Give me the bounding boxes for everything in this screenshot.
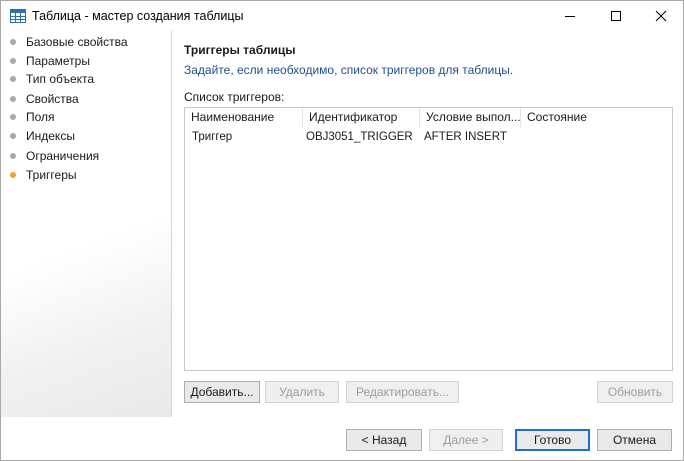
column-header-identifier[interactable]: Идентификатор — [303, 108, 420, 127]
step-label: Параметры — [26, 54, 90, 68]
step-triggers[interactable]: Триггеры — [10, 167, 77, 183]
sidebar-divider — [171, 31, 172, 417]
trigger-list-label: Список триггеров: — [184, 90, 285, 104]
cell-name: Триггер — [192, 131, 233, 143]
triggers-table[interactable]: Наименование Идентификатор Условие выпол… — [184, 107, 673, 371]
next-button[interactable]: Далее > — [429, 429, 503, 451]
column-header-name[interactable]: Наименование — [185, 108, 303, 127]
step-label: Тип объекта — [26, 72, 95, 86]
cell-state — [521, 127, 672, 147]
wizard-steps-sidebar — [1, 31, 171, 417]
step-indexes[interactable]: Индексы — [10, 128, 75, 144]
column-header-state[interactable]: Состояние — [521, 108, 672, 127]
step-dot-icon — [10, 76, 16, 82]
window-title: Таблица - мастер создания таблицы — [32, 9, 244, 23]
edit-trigger-button[interactable]: Редактировать... — [346, 381, 459, 403]
minimize-button[interactable] — [547, 1, 593, 31]
step-dot-icon — [10, 133, 16, 139]
title-bar: Таблица - мастер создания таблицы — [1, 1, 683, 31]
back-button[interactable]: < Назад — [346, 429, 422, 451]
page-title: Триггеры таблицы — [184, 43, 296, 57]
maximize-button[interactable] — [593, 1, 639, 31]
step-label: Базовые свойства — [26, 35, 128, 49]
delete-trigger-button[interactable]: Удалить — [265, 381, 339, 403]
finish-button[interactable]: Готово — [515, 429, 590, 451]
table-header: Наименование Идентификатор Условие выпол… — [185, 108, 672, 127]
step-properties[interactable]: Свойства — [10, 91, 79, 107]
step-constraints[interactable]: Ограничения — [10, 148, 99, 164]
step-label: Ограничения — [26, 149, 100, 163]
step-label: Триггеры — [26, 168, 77, 182]
step-fields[interactable]: Поля — [10, 109, 55, 125]
step-label: Индексы — [26, 129, 75, 143]
column-header-condition[interactable]: Условие выпол... — [420, 108, 521, 127]
step-dot-icon — [10, 153, 16, 159]
add-trigger-button[interactable]: Добавить... — [184, 381, 260, 403]
step-parameters[interactable]: Параметры — [10, 53, 90, 69]
step-dot-icon — [10, 114, 16, 120]
close-icon — [655, 10, 667, 22]
refresh-button[interactable]: Обновить — [597, 381, 673, 403]
step-dot-icon — [10, 96, 16, 102]
cancel-button[interactable]: Отмена — [597, 429, 672, 451]
minimize-icon — [565, 16, 575, 17]
close-button[interactable] — [638, 1, 684, 31]
maximize-icon — [611, 11, 621, 21]
step-object-type[interactable]: Тип объекта — [10, 71, 94, 87]
step-label: Свойства — [26, 92, 79, 106]
step-dot-active-icon — [10, 172, 16, 178]
table-row[interactable]: Триггер OBJ3051_TRIGGER AFTER INSERT — [185, 127, 672, 147]
step-dot-icon — [10, 39, 16, 45]
step-dot-icon — [10, 58, 16, 64]
cell-identifier: OBJ3051_TRIGGER — [306, 131, 413, 143]
wizard-window: Таблица - мастер создания таблицы Базовы… — [0, 0, 684, 461]
cell-condition: AFTER INSERT — [424, 131, 507, 143]
step-basic-properties[interactable]: Базовые свойства — [10, 34, 128, 50]
table-icon — [10, 9, 26, 23]
page-description: Задайте, если необходимо, список триггер… — [184, 63, 514, 77]
step-label: Поля — [26, 110, 55, 124]
